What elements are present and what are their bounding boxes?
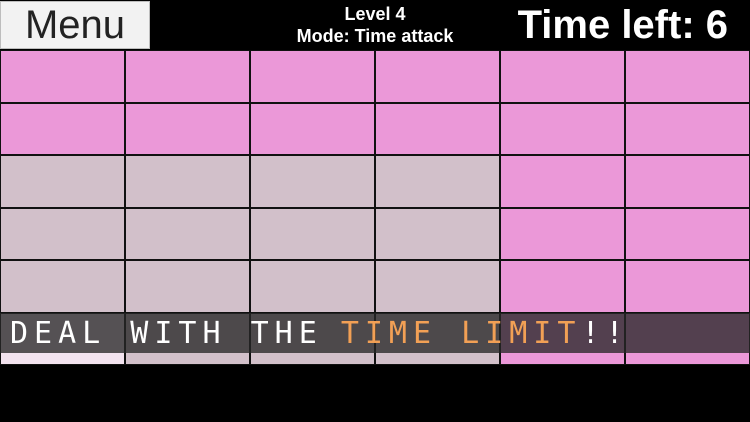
board-tile[interactable] [500, 260, 625, 313]
board-tile[interactable] [500, 50, 625, 103]
board-tile[interactable] [0, 102, 125, 155]
board-tile[interactable] [625, 207, 750, 260]
board-tile[interactable] [375, 260, 500, 313]
board-tile[interactable] [0, 207, 125, 260]
board-tile[interactable] [625, 50, 750, 103]
top-bar: Menu Level 4 Mode: Time attack Time left… [0, 0, 750, 50]
board-tile[interactable] [375, 312, 500, 365]
board-tile[interactable] [375, 155, 500, 208]
board-tile[interactable] [0, 312, 125, 365]
board-tile[interactable] [0, 260, 125, 313]
board-tile[interactable] [625, 102, 750, 155]
board-tile[interactable] [625, 312, 750, 365]
board-tile[interactable] [0, 155, 125, 208]
mode-label: Mode: Time attack [296, 26, 454, 46]
board-tile[interactable] [375, 102, 500, 155]
board-tile[interactable] [125, 50, 250, 103]
board-tile[interactable] [125, 312, 250, 365]
board-tile[interactable] [500, 312, 625, 365]
board-tile[interactable] [375, 50, 500, 103]
menu-button[interactable]: Menu [0, 1, 150, 49]
board-tile[interactable] [125, 155, 250, 208]
board-tile[interactable] [250, 102, 375, 155]
board-tile[interactable] [375, 207, 500, 260]
board-tile[interactable] [625, 155, 750, 208]
board-tile[interactable] [250, 50, 375, 103]
board-tile[interactable] [500, 155, 625, 208]
board-tile[interactable] [500, 207, 625, 260]
game-board [0, 50, 750, 365]
board-tile[interactable] [500, 102, 625, 155]
board-tile[interactable] [125, 260, 250, 313]
board-tile[interactable] [125, 207, 250, 260]
board-tile[interactable] [250, 207, 375, 260]
board-tile[interactable] [625, 260, 750, 313]
board-tile[interactable] [250, 260, 375, 313]
board-tile[interactable] [250, 155, 375, 208]
level-label: Level 4 [344, 4, 406, 24]
time-left-label: Time left: 6 [517, 3, 728, 47]
level-info: Level 4 Mode: Time attack [260, 3, 490, 47]
board-tile[interactable] [250, 312, 375, 365]
board-tile[interactable] [0, 50, 125, 103]
board-tile[interactable] [125, 102, 250, 155]
